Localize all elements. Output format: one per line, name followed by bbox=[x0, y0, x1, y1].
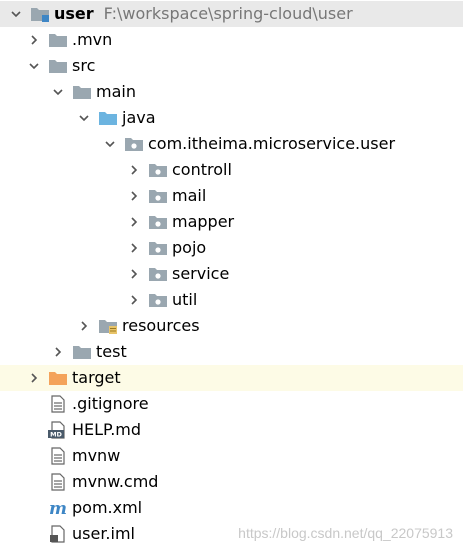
source-folder-icon bbox=[98, 109, 118, 127]
tree-row-mapper[interactable]: mapper bbox=[0, 209, 463, 235]
package-icon bbox=[148, 161, 168, 179]
excluded-folder-icon bbox=[48, 369, 68, 387]
chevron-right-icon[interactable] bbox=[126, 240, 142, 256]
text-file-icon bbox=[48, 395, 68, 413]
tree-item-label: main bbox=[96, 82, 136, 101]
chevron-right-icon[interactable] bbox=[126, 266, 142, 282]
tree-item-label: .gitignore bbox=[72, 394, 149, 413]
chevron-down-icon[interactable] bbox=[76, 110, 92, 126]
chevron-right-icon[interactable] bbox=[26, 370, 42, 386]
tree-item-label: resources bbox=[122, 316, 200, 335]
tree-row-mvnw-cmd[interactable]: mvnw.cmd bbox=[0, 469, 463, 495]
text-file-icon bbox=[48, 473, 68, 491]
project-tree: user F:\workspace\spring-cloud\user .mvn… bbox=[0, 0, 463, 549]
tree-row-mvnw[interactable]: mvnw bbox=[0, 443, 463, 469]
package-icon bbox=[124, 135, 144, 153]
tree-item-label: user bbox=[54, 4, 94, 23]
tree-row-mvn[interactable]: .mvn bbox=[0, 27, 463, 53]
tree-row-pom-xml[interactable]: m pom.xml bbox=[0, 495, 463, 521]
tree-item-label: controll bbox=[172, 160, 232, 179]
package-icon bbox=[148, 213, 168, 231]
resources-folder-icon bbox=[98, 317, 118, 335]
folder-icon bbox=[72, 343, 92, 361]
chevron-down-icon[interactable] bbox=[26, 58, 42, 74]
tree-item-label: mvnw.cmd bbox=[72, 472, 159, 491]
iml-file-icon bbox=[48, 525, 68, 543]
chevron-right-icon[interactable] bbox=[126, 188, 142, 204]
tree-row-util[interactable]: util bbox=[0, 287, 463, 313]
chevron-right-icon[interactable] bbox=[126, 162, 142, 178]
tree-item-label: util bbox=[172, 290, 198, 309]
folder-icon bbox=[48, 31, 68, 49]
tree-item-label: mail bbox=[172, 186, 207, 205]
tree-item-label: pom.xml bbox=[72, 498, 143, 517]
package-icon bbox=[148, 291, 168, 309]
tree-item-label: HELP.md bbox=[72, 420, 142, 439]
chevron-down-icon[interactable] bbox=[8, 6, 24, 22]
package-icon bbox=[148, 239, 168, 257]
tree-row-gitignore[interactable]: .gitignore bbox=[0, 391, 463, 417]
tree-item-label: com.itheima.microservice.user bbox=[148, 134, 396, 153]
module-folder-icon bbox=[30, 5, 50, 23]
chevron-right-icon[interactable] bbox=[26, 32, 42, 48]
tree-row-user[interactable]: user F:\workspace\spring-cloud\user bbox=[0, 1, 463, 27]
svg-text:MD: MD bbox=[50, 431, 62, 439]
chevron-down-icon[interactable] bbox=[102, 136, 118, 152]
tree-item-label: service bbox=[172, 264, 230, 283]
tree-item-label: target bbox=[72, 368, 121, 387]
markdown-file-icon: MD bbox=[48, 421, 68, 439]
folder-icon bbox=[72, 83, 92, 101]
folder-icon bbox=[48, 57, 68, 75]
maven-file-icon: m bbox=[48, 499, 68, 517]
tree-row-mail[interactable]: mail bbox=[0, 183, 463, 209]
svg-text:m: m bbox=[49, 499, 67, 517]
tree-item-label: src bbox=[72, 56, 96, 75]
tree-row-java[interactable]: java bbox=[0, 105, 463, 131]
project-path: F:\workspace\spring-cloud\user bbox=[103, 4, 353, 23]
tree-row-test[interactable]: test bbox=[0, 339, 463, 365]
tree-row-resources[interactable]: resources bbox=[0, 313, 463, 339]
tree-item-label: mvnw bbox=[72, 446, 121, 465]
chevron-right-icon[interactable] bbox=[50, 344, 66, 360]
tree-item-label: user.iml bbox=[72, 524, 135, 543]
tree-row-service[interactable]: service bbox=[0, 261, 463, 287]
chevron-right-icon[interactable] bbox=[126, 214, 142, 230]
package-icon bbox=[148, 265, 168, 283]
tree-row-help-md[interactable]: MD HELP.md bbox=[0, 417, 463, 443]
tree-row-target[interactable]: target bbox=[0, 365, 463, 391]
chevron-down-icon[interactable] bbox=[50, 84, 66, 100]
text-file-icon bbox=[48, 447, 68, 465]
watermark: https://blog.csdn.net/qq_22075913 bbox=[238, 525, 453, 541]
tree-item-label: .mvn bbox=[72, 30, 113, 49]
tree-row-main[interactable]: main bbox=[0, 79, 463, 105]
tree-item-label: mapper bbox=[172, 212, 235, 231]
tree-item-label: java bbox=[122, 108, 156, 127]
package-icon bbox=[148, 187, 168, 205]
chevron-right-icon[interactable] bbox=[126, 292, 142, 308]
chevron-right-icon[interactable] bbox=[76, 318, 92, 334]
tree-row-controll[interactable]: controll bbox=[0, 157, 463, 183]
tree-item-label: pojo bbox=[172, 238, 207, 257]
tree-item-label: test bbox=[96, 342, 127, 361]
tree-row-pojo[interactable]: pojo bbox=[0, 235, 463, 261]
tree-row-src[interactable]: src bbox=[0, 53, 463, 79]
tree-row-package-root[interactable]: com.itheima.microservice.user bbox=[0, 131, 463, 157]
